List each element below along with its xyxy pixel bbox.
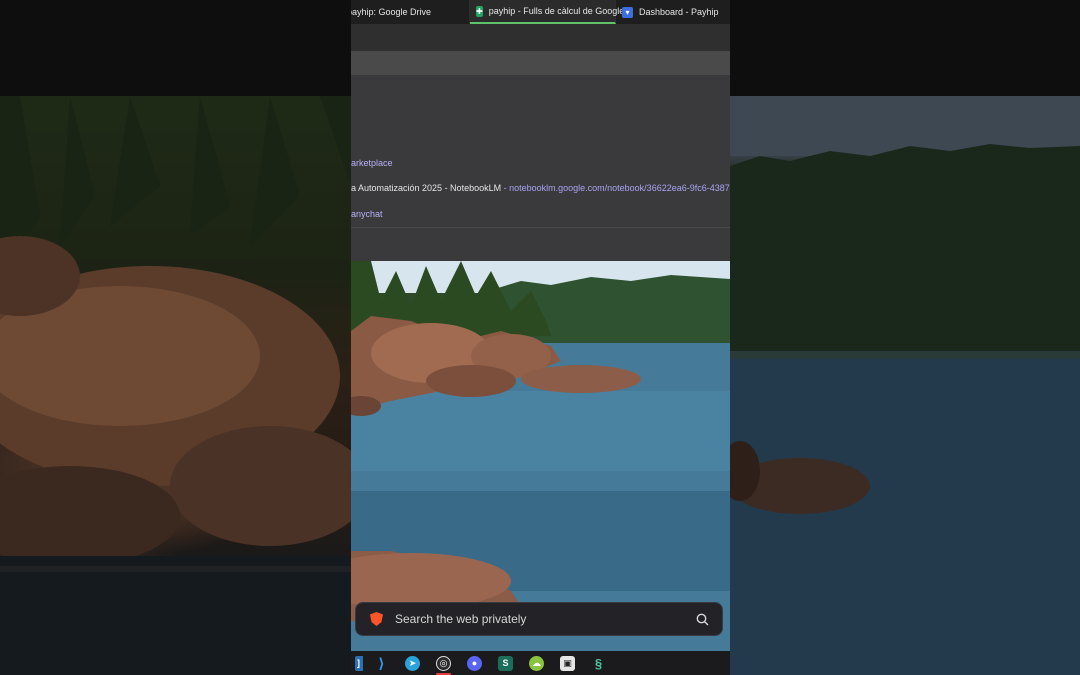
suggestion-separator: - <box>501 183 510 193</box>
divider <box>351 227 730 228</box>
cloud-icon[interactable]: ☁ <box>521 651 552 675</box>
sublime-icon[interactable]: S <box>490 651 521 675</box>
suggestion-item[interactable]: a Automatización 2025 - NotebookLM - not… <box>351 183 730 193</box>
taskbar: ] ⟩ ➤ ◎ ● S ☁ ▣ § <box>351 651 730 675</box>
tab-label: payhip: Google Drive <box>351 7 432 17</box>
backdrop-right-blurred <box>730 96 1080 675</box>
capture-icon[interactable]: ▣ <box>552 651 583 675</box>
suggestion-item[interactable]: arketplace <box>351 158 393 168</box>
browser-window: payhip: Google Drive ✚ payhip - Fulls de… <box>351 0 730 675</box>
suggestion-title: arketplace <box>351 158 393 168</box>
tab-label: Dashboard - Payhip <box>639 7 719 17</box>
payhip-icon: ▾ <box>622 6 633 18</box>
suggestion-title: a Automatización 2025 - NotebookLM <box>351 183 502 193</box>
toolbar <box>351 24 730 51</box>
files-icon[interactable]: ] <box>351 651 366 675</box>
tab-payhip-sheets[interactable]: ✚ payhip - Fulls de càlcul de Google <box>470 0 624 24</box>
address-bar[interactable] <box>351 51 730 75</box>
sheets-icon: ✚ <box>476 5 483 17</box>
tab-label: payhip - Fulls de càlcul de Google <box>488 6 625 16</box>
telegram-icon[interactable]: ➤ <box>397 651 428 675</box>
tab-strip: payhip: Google Drive ✚ payhip - Fulls de… <box>351 0 730 24</box>
suggestion-title: anychat <box>351 209 383 219</box>
suggestion-url: notebooklm.google.com/notebook/36622ea6-… <box>509 183 730 193</box>
omnibox-suggestions: arketplace a Automatización 2025 - Noteb… <box>351 75 730 261</box>
search-icon[interactable] <box>688 605 716 633</box>
brave-logo-icon <box>370 612 383 626</box>
discord-icon[interactable]: ● <box>459 651 490 675</box>
search-box[interactable]: Search the web privately <box>355 602 723 636</box>
obs-icon[interactable]: ◎ <box>428 651 459 675</box>
backdrop-left-blurred <box>0 96 351 675</box>
new-tab-background-image <box>351 261 730 651</box>
search-placeholder: Search the web privately <box>395 612 527 626</box>
suggestion-item[interactable]: anychat <box>351 209 383 219</box>
tab-google-drive[interactable]: payhip: Google Drive <box>351 0 470 24</box>
vscode-icon[interactable]: ⟩ <box>366 651 397 675</box>
tab-payhip-dashboard[interactable]: ▾ Dashboard - Payhip <box>616 0 730 24</box>
sync-icon[interactable]: § <box>583 651 614 675</box>
